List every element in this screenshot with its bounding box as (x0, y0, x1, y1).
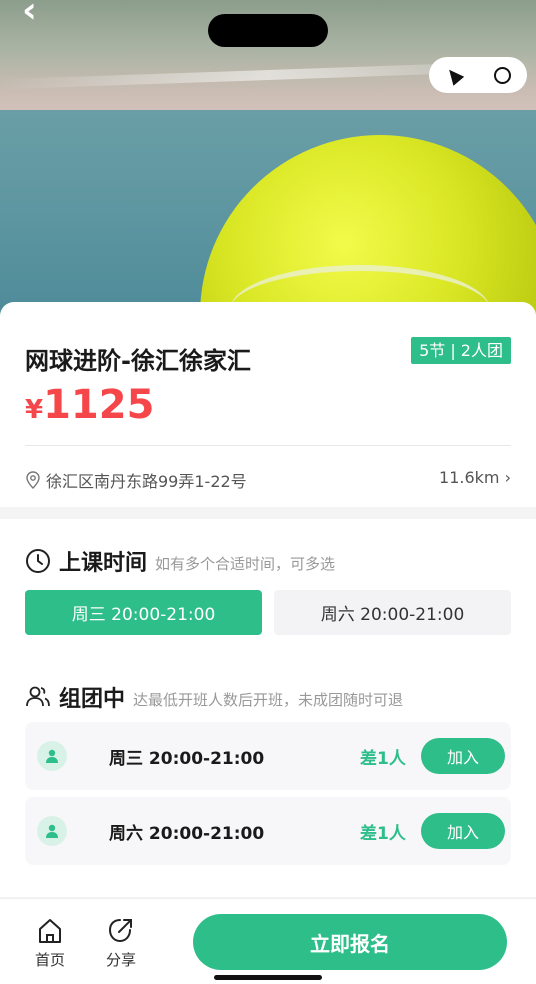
home-label: 首页 (34, 951, 65, 969)
address-text: 徐汇区南丹东路99弄1-22号 (46, 472, 247, 491)
course-tag-badge: 5节 | 2人团 (411, 337, 511, 364)
bottom-action-bar: 首页 分享 立即报名 (0, 898, 536, 984)
enroll-now-button[interactable]: 立即报名 (193, 914, 507, 970)
share-tab[interactable]: 分享 (96, 917, 146, 970)
clock-icon (26, 549, 50, 573)
price-value: 1125 (43, 382, 155, 428)
home-tab[interactable]: 首页 (25, 917, 75, 970)
status-bar-notch (208, 14, 328, 47)
group-need: 差1人 (360, 749, 406, 769)
course-price: ¥1125 (25, 382, 154, 428)
home-icon (39, 919, 61, 943)
group-time: 周三 20:00-21:00 (109, 749, 265, 769)
course-info-card: 网球进阶-徐汇徐家汇 5节 | 2人团 ¥1125 徐汇区南丹东路99弄1-22… (0, 302, 536, 507)
group-time: 周六 20:00-21:00 (109, 824, 265, 844)
address-row[interactable]: 徐汇区南丹东路99弄1-22号 (25, 468, 247, 492)
back-icon[interactable]: ‹ (22, 0, 52, 29)
course-title: 网球进阶-徐汇徐家汇 (25, 347, 251, 375)
groups-heading: 组团中 (59, 687, 126, 712)
divider (25, 445, 511, 446)
schedule-section: 上课时间 如有多个合适时间，可多选 周三 20:00-21:00 周六 20:0… (0, 519, 536, 897)
group-need: 差1人 (360, 824, 406, 844)
currency-symbol: ¥ (25, 395, 44, 425)
groups-header: 组团中 达最低开班人数后开班，未成团随时可退 (25, 681, 403, 713)
user-avatar-icon (37, 816, 67, 846)
schedule-header: 上课时间 如有多个合适时间，可多选 (25, 545, 335, 577)
distance-link[interactable]: 11.6km › (439, 468, 511, 487)
home-indicator (214, 975, 322, 980)
navigation-icon[interactable] (443, 64, 465, 86)
share-icon (108, 919, 132, 943)
close-circle-icon[interactable] (494, 66, 511, 84)
group-row: 周六 20:00-21:00 差1人 加入 (25, 797, 511, 865)
join-button[interactable]: 加入 (421, 738, 505, 774)
user-avatar-icon (37, 741, 67, 771)
mini-program-capsule[interactable] (429, 57, 527, 93)
users-icon (26, 686, 50, 707)
join-button[interactable]: 加入 (421, 813, 505, 849)
location-pin-icon (26, 471, 40, 489)
group-row: 周三 20:00-21:00 差1人 加入 (25, 722, 511, 790)
share-label: 分享 (105, 951, 136, 969)
groups-hint: 达最低开班人数后开班，未成团随时可退 (133, 690, 404, 709)
time-slot-wed[interactable]: 周三 20:00-21:00 (25, 590, 262, 635)
time-slot-sat[interactable]: 周六 20:00-21:00 (274, 590, 511, 635)
schedule-heading: 上课时间 (59, 551, 148, 576)
schedule-hint: 如有多个合适时间，可多选 (155, 554, 336, 573)
hero-image (0, 0, 536, 320)
